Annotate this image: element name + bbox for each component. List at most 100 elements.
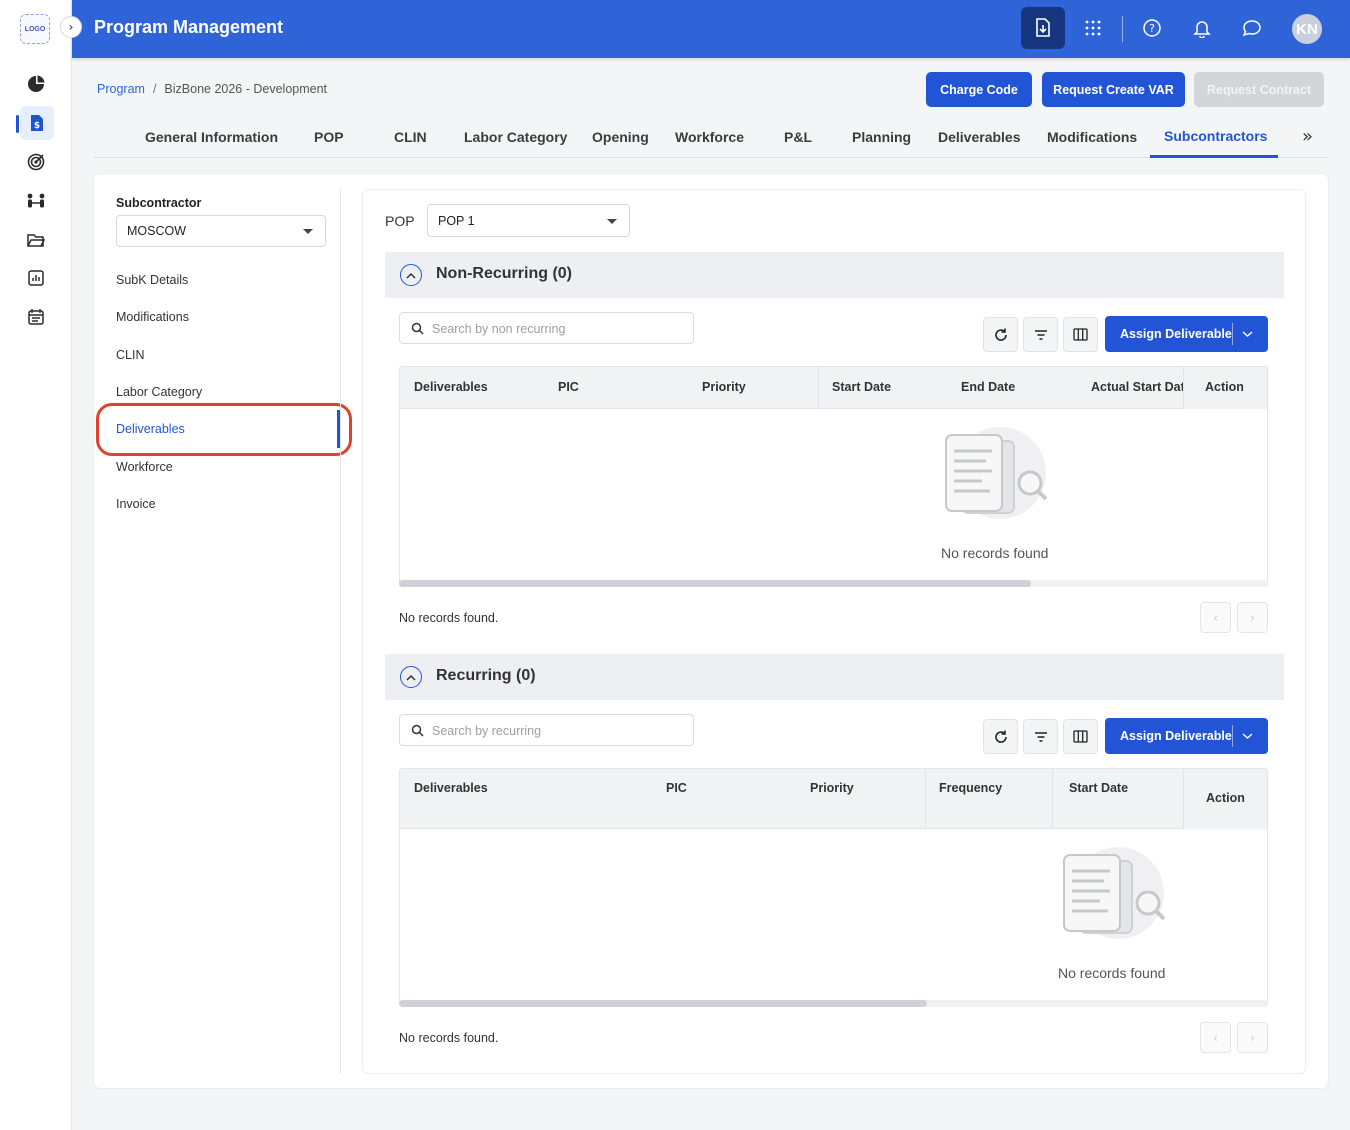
filter-button[interactable] [1023, 719, 1058, 754]
column-header[interactable]: Start Date [832, 380, 891, 394]
chevron-down-icon[interactable] [1242, 729, 1253, 743]
recurring-search-input[interactable]: Search by recurring [399, 714, 694, 746]
refresh-button[interactable] [983, 719, 1018, 754]
column-header[interactable]: Priority [702, 380, 746, 394]
previous-page-button[interactable]: ‹ [1200, 1022, 1231, 1053]
pop-select[interactable]: POP 1 [427, 204, 630, 237]
active-tab-indicator [1150, 155, 1278, 158]
avatar[interactable]: KN [1292, 14, 1322, 44]
columns-button[interactable] [1063, 317, 1098, 352]
download-document-icon[interactable] [1021, 7, 1065, 49]
nav-workforce[interactable]: Workforce [116, 460, 173, 474]
collapse-sidebar-button[interactable]: › [60, 16, 82, 38]
tab-deliverables[interactable]: Deliverables [938, 129, 1021, 145]
chevron-down-icon[interactable] [1242, 327, 1253, 341]
charge-code-button[interactable]: Charge Code [926, 72, 1032, 107]
tab-clin[interactable]: CLIN [394, 129, 427, 145]
chat-icon[interactable] [1230, 7, 1274, 49]
nav-invoice[interactable]: Invoice [116, 497, 156, 511]
column-header[interactable]: Actual Start Dat [1091, 380, 1185, 394]
column-header: Action [1205, 380, 1244, 394]
split-divider [1232, 725, 1233, 747]
column-header[interactable]: PIC [558, 380, 579, 394]
empty-state-icon [940, 423, 1050, 536]
table-header: Deliverables PIC Priority Frequency Star… [400, 769, 1267, 829]
non-recurring-header[interactable]: Non-Recurring (0) [385, 252, 1284, 298]
subcontractor-select[interactable]: MOSCOW [116, 215, 326, 247]
tab-modifications[interactable]: Modifications [1047, 129, 1137, 145]
calendar-icon[interactable] [24, 304, 48, 328]
apps-grid-icon[interactable] [1071, 7, 1115, 49]
column-header[interactable]: Start Date [1069, 781, 1128, 795]
recurring-header[interactable]: Recurring (0) [385, 654, 1284, 700]
tab-workforce[interactable]: Workforce [675, 129, 744, 145]
column-header[interactable]: Deliverables [414, 380, 488, 394]
nav-modifications[interactable]: Modifications [116, 310, 189, 324]
search-icon [411, 724, 424, 740]
tab-pop[interactable]: POP [314, 129, 344, 145]
collapse-icon[interactable] [400, 264, 422, 286]
scrollbar-thumb[interactable] [399, 580, 1031, 587]
filter-button[interactable] [1023, 317, 1058, 352]
horizontal-scrollbar[interactable] [399, 1000, 1268, 1007]
logo: LOGO [20, 14, 50, 44]
left-rail: LOGO $ [0, 0, 72, 1130]
columns-button[interactable] [1063, 719, 1098, 754]
bar-chart-icon[interactable] [24, 266, 48, 290]
collapse-icon[interactable] [400, 666, 422, 688]
subcontractor-value: MOSCOW [127, 224, 187, 238]
column-divider [818, 367, 819, 409]
tab-pnl[interactable]: P&L [784, 129, 812, 145]
refresh-button[interactable] [983, 317, 1018, 352]
next-page-button[interactable]: › [1237, 1022, 1268, 1053]
action-column-header: Action [1183, 769, 1267, 829]
tab-opening[interactable]: Opening [592, 129, 649, 145]
empty-state-icon [1058, 843, 1168, 956]
refresh-icon [994, 328, 1007, 341]
help-icon[interactable]: ? [1130, 7, 1174, 49]
tab-subcontractors[interactable]: Subcontractors [1164, 128, 1267, 144]
folder-icon[interactable] [24, 228, 48, 252]
request-contract-button[interactable]: Request Contract [1194, 72, 1324, 107]
horizontal-scrollbar[interactable] [399, 580, 1268, 587]
next-page-button[interactable]: › [1237, 602, 1268, 633]
column-header: Action [1206, 791, 1245, 805]
non-recurring-search-input[interactable]: Search by non recurring [399, 312, 694, 344]
previous-page-button[interactable]: ‹ [1200, 602, 1231, 633]
tab-general-information[interactable]: General Information [145, 129, 278, 145]
non-recurring-title: Non-Recurring (0) [436, 265, 572, 282]
assign-deliverable-button[interactable]: Assign Deliverable [1105, 718, 1268, 754]
request-create-var-button[interactable]: Request Create VAR [1042, 72, 1185, 107]
column-header[interactable]: Priority [810, 781, 854, 795]
tab-bar: General Information POP CLIN Labor Categ… [94, 118, 1328, 158]
dollar-document-icon[interactable]: $ [20, 106, 54, 140]
tabs-more-icon[interactable]: » [1302, 126, 1313, 147]
rail-active-indicator [16, 115, 19, 133]
column-header[interactable]: Frequency [939, 781, 1002, 795]
target-icon[interactable] [24, 150, 48, 174]
assign-deliverable-label: Assign Deliverable [1120, 729, 1232, 743]
search-placeholder: Search by non recurring [432, 322, 566, 336]
breadcrumb-program-link[interactable]: Program [97, 82, 145, 96]
people-icon[interactable] [24, 189, 48, 213]
pop-value: POP 1 [438, 213, 475, 228]
column-header[interactable]: Deliverables [414, 781, 488, 795]
recurring-table: Deliverables PIC Priority Frequency Star… [399, 768, 1268, 1007]
pop-label: POP [385, 213, 415, 229]
column-divider [1052, 769, 1053, 829]
tab-labor-category[interactable]: Labor Category [464, 129, 567, 145]
scrollbar-thumb[interactable] [399, 1000, 927, 1007]
main-card: Subcontractor MOSCOW SubK Details Modifi… [94, 174, 1328, 1088]
column-header[interactable]: PIC [666, 781, 687, 795]
nav-labor-category[interactable]: Labor Category [116, 385, 202, 399]
filter-icon [1034, 329, 1047, 340]
non-recurring-table: Deliverables PIC Priority Start Date End… [399, 366, 1268, 587]
empty-state-text: No records found [941, 545, 1049, 561]
tab-planning[interactable]: Planning [852, 129, 911, 145]
pie-chart-icon[interactable] [24, 72, 48, 96]
assign-deliverable-button[interactable]: Assign Deliverable [1105, 316, 1268, 352]
bell-icon[interactable] [1180, 7, 1224, 49]
nav-clin[interactable]: CLIN [116, 348, 144, 362]
nav-subk-details[interactable]: SubK Details [116, 273, 188, 287]
column-header[interactable]: End Date [961, 380, 1015, 394]
